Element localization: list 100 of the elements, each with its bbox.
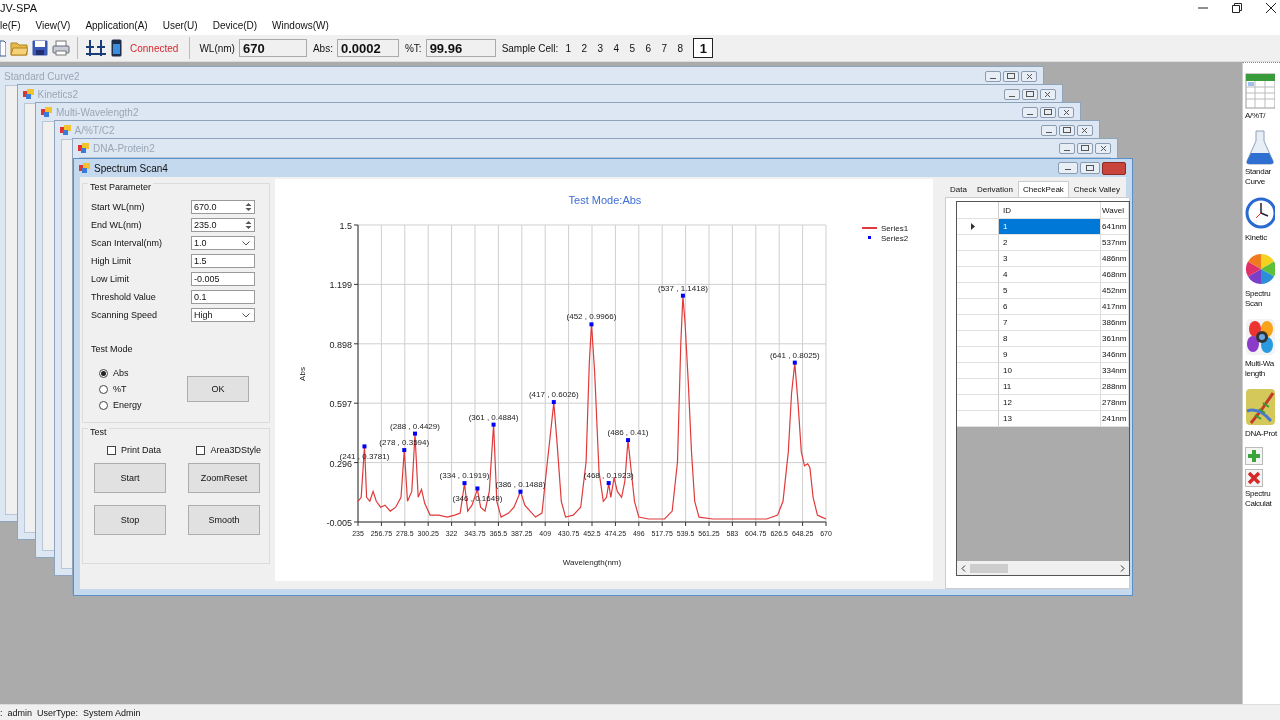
dropdown-field[interactable]: 1.0: [191, 236, 255, 250]
add-icon[interactable]: [1245, 447, 1263, 465]
sidebar-label[interactable]: Spectru Scan: [1245, 289, 1271, 309]
tab[interactable]: Derivation: [971, 182, 1018, 197]
sidebar-label[interactable]: DNA-Prot: [1245, 429, 1277, 439]
input-field[interactable]: 0.1: [191, 290, 255, 304]
clock-icon[interactable]: [1245, 195, 1275, 231]
delete-icon[interactable]: [1245, 469, 1263, 487]
spreadsheet-icon[interactable]: [1245, 73, 1275, 109]
menu-item[interactable]: User(U): [158, 19, 205, 31]
tab[interactable]: Data: [945, 182, 972, 197]
sidebar-label[interactable]: Standar Curve: [1245, 167, 1271, 187]
restore-icon[interactable]: [1232, 2, 1242, 13]
y-axis-label: Abs: [298, 367, 307, 381]
close-icon[interactable]: [1266, 2, 1276, 13]
close-button[interactable]: [1095, 142, 1111, 154]
cell-button[interactable]: 8: [674, 42, 687, 54]
radio-option[interactable]: Energy: [99, 400, 187, 410]
id-cell[interactable]: 9: [999, 347, 1101, 362]
close-button[interactable]: [1102, 161, 1126, 175]
flower-icon[interactable]: [1245, 317, 1275, 357]
parameter-label: Start WL(nm): [91, 202, 146, 212]
spinner-arrows-icon[interactable]: [244, 201, 253, 213]
new-document-icon[interactable]: [0, 39, 6, 57]
id-cell[interactable]: 4: [999, 267, 1101, 282]
transmittance-field[interactable]: 99.96: [425, 39, 496, 57]
maximize-button[interactable]: [1003, 70, 1019, 82]
close-button[interactable]: [1058, 106, 1074, 118]
minimize-button[interactable]: [1059, 142, 1075, 154]
action-button[interactable]: Stop: [94, 505, 166, 535]
spinner-arrows-icon[interactable]: [244, 219, 253, 231]
maximize-button[interactable]: [1077, 142, 1093, 154]
id-cell[interactable]: 10: [999, 363, 1101, 378]
tab[interactable]: CheckPeak: [1017, 181, 1069, 197]
wavelength-field[interactable]: 670: [238, 39, 307, 57]
minimize-button[interactable]: [1022, 106, 1038, 118]
close-button[interactable]: [1021, 70, 1037, 82]
input-field[interactable]: 1.5: [191, 254, 255, 268]
minimize-button[interactable]: [1003, 88, 1020, 100]
save-icon[interactable]: [32, 40, 48, 56]
id-cell[interactable]: 5: [999, 283, 1101, 298]
sidebar-label[interactable]: Kinetic: [1245, 233, 1267, 243]
menu-item[interactable]: Application(A): [81, 19, 155, 31]
scrollbar-thumb[interactable]: [970, 563, 1008, 573]
id-cell[interactable]: 12: [999, 395, 1101, 410]
menu-item[interactable]: Device(D): [208, 19, 265, 31]
maximize-button[interactable]: [1058, 124, 1075, 136]
close-icon: [1063, 109, 1069, 115]
radio-option[interactable]: Abs: [99, 368, 187, 378]
cell-button[interactable]: 1: [562, 42, 575, 54]
cell-button[interactable]: 3: [594, 42, 607, 54]
flask-icon[interactable]: [1245, 129, 1275, 165]
sidebar-label[interactable]: Spectru Calculat: [1245, 489, 1272, 509]
sidebar-label[interactable]: Multi-Wa length: [1245, 359, 1274, 379]
close-button[interactable]: [1039, 88, 1056, 100]
cell-button[interactable]: 2: [578, 42, 591, 54]
menu-item[interactable]: Windows(W): [268, 19, 336, 31]
maximize-button[interactable]: [1040, 106, 1056, 118]
color-wheel-icon[interactable]: [1245, 251, 1275, 287]
dna-icon[interactable]: [1245, 387, 1275, 427]
minimize-button[interactable]: [985, 70, 1001, 82]
cell-button[interactable]: 4: [610, 42, 623, 54]
minimize-button[interactable]: [1058, 161, 1078, 174]
checkbox-option[interactable]: Area3DStyle: [196, 445, 261, 455]
id-cell[interactable]: 1: [999, 219, 1101, 234]
ok-button[interactable]: OK: [187, 376, 249, 402]
dropdown-field[interactable]: High: [191, 308, 255, 322]
close-button[interactable]: [1076, 124, 1093, 136]
id-cell[interactable]: 6: [999, 299, 1101, 314]
checkbox-option[interactable]: Print Data: [107, 445, 171, 455]
scroll-right-icon[interactable]: [1120, 564, 1125, 572]
maximize-button[interactable]: [1021, 88, 1038, 100]
input-field[interactable]: -0.005: [191, 272, 255, 286]
maximize-button[interactable]: [1080, 161, 1100, 174]
cell-button[interactable]: 7: [658, 42, 671, 54]
group-title: Test Parameter: [88, 182, 154, 192]
action-button[interactable]: Start: [94, 463, 166, 493]
cell-button[interactable]: 6: [642, 42, 655, 54]
spin-field[interactable]: 670.0: [191, 200, 255, 214]
sidebar-label[interactable]: A/%T/: [1245, 111, 1266, 121]
cell-button[interactable]: 5: [626, 42, 639, 54]
sliders-icon[interactable]: [85, 39, 107, 57]
scroll-left-icon[interactable]: [961, 564, 966, 572]
tab[interactable]: Check Valley: [1068, 182, 1125, 197]
id-cell[interactable]: 8: [999, 331, 1101, 346]
horizontal-scrollbar[interactable]: [957, 561, 1129, 575]
device-icon[interactable]: [111, 39, 122, 57]
menu-item[interactable]: le(F): [0, 19, 28, 31]
menu-item[interactable]: View(V): [31, 19, 78, 31]
id-cell[interactable]: 3: [999, 251, 1101, 266]
radio-option[interactable]: %T: [99, 384, 187, 394]
action-button[interactable]: ZoomReset: [188, 463, 260, 493]
absorbance-field[interactable]: 0.0002: [336, 39, 399, 57]
spin-field[interactable]: 235.0: [191, 218, 255, 232]
action-button[interactable]: Smooth: [188, 505, 260, 535]
minimize-button[interactable]: [1040, 124, 1057, 136]
id-cell[interactable]: 7: [999, 315, 1101, 330]
id-cell[interactable]: 2: [999, 235, 1101, 250]
id-cell[interactable]: 11: [999, 379, 1101, 394]
id-cell[interactable]: 13: [999, 411, 1101, 426]
